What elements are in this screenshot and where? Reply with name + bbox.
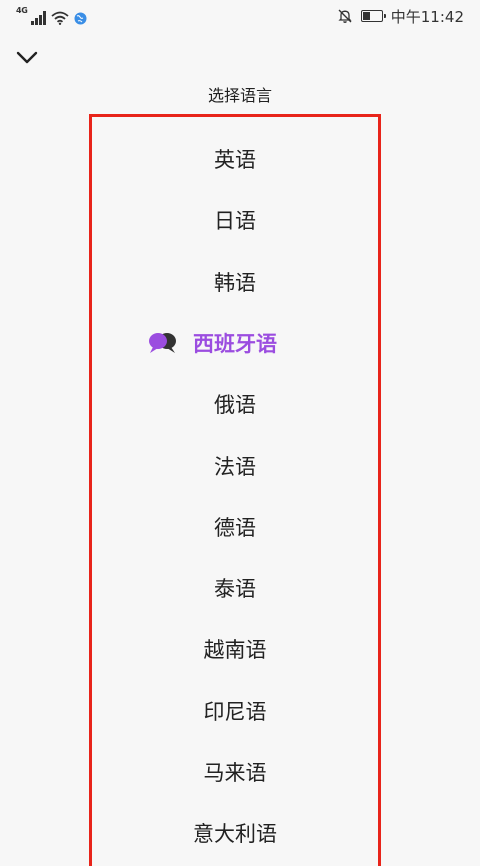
- language-option[interactable]: 日语: [92, 194, 378, 246]
- bell-off-icon: [337, 8, 353, 24]
- language-option[interactable]: 韩语: [92, 256, 378, 308]
- network-type-label: 4G: [16, 6, 28, 15]
- language-option[interactable]: 印尼语: [92, 685, 378, 737]
- signal-strength-icon: [30, 11, 46, 25]
- language-option[interactable]: 泰语: [92, 562, 378, 614]
- battery-level-fill: [362, 12, 370, 20]
- page-title: 选择语言: [207, 86, 272, 105]
- language-label: 日语: [214, 209, 256, 234]
- language-label: 印尼语: [203, 699, 267, 724]
- language-label: 越南语: [203, 638, 267, 663]
- status-bar: 4G 中午11:42: [0, 0, 480, 34]
- language-option[interactable]: 意大利语: [92, 807, 378, 859]
- language-label: 意大利语: [193, 822, 277, 847]
- language-option[interactable]: 英语: [92, 133, 378, 185]
- language-label: 泰语: [214, 577, 256, 602]
- language-option[interactable]: 法语: [92, 440, 378, 492]
- battery-icon: [360, 10, 386, 22]
- collapse-button[interactable]: [12, 44, 42, 74]
- status-left-icons: 4G: [16, 7, 87, 25]
- language-label: 英语: [214, 148, 256, 172]
- language-option[interactable]: 马来语: [92, 746, 378, 798]
- globe-icon: [74, 12, 87, 25]
- language-label: 德语: [214, 515, 256, 540]
- wifi-icon: [50, 11, 69, 25]
- language-option[interactable]: 德语: [92, 501, 378, 553]
- language-option[interactable]: 俄语: [92, 378, 378, 430]
- language-label: 法语: [214, 454, 256, 479]
- chevron-down-icon: [16, 50, 38, 69]
- speech-bubbles-icon: [147, 331, 179, 355]
- status-right-icons: 中午11:42: [337, 6, 464, 26]
- language-option[interactable]: 西班牙语: [92, 317, 378, 369]
- language-option[interactable]: 越南语: [92, 623, 378, 675]
- language-list: 英语日语韩语西班牙语俄语法语德语泰语越南语印尼语马来语意大利语: [89, 114, 381, 866]
- status-time: 中午11:42: [390, 7, 464, 26]
- language-label: 西班牙语: [193, 331, 277, 356]
- language-label: 俄语: [214, 393, 256, 418]
- language-label: 马来语: [203, 761, 267, 785]
- language-label: 韩语: [214, 270, 256, 295]
